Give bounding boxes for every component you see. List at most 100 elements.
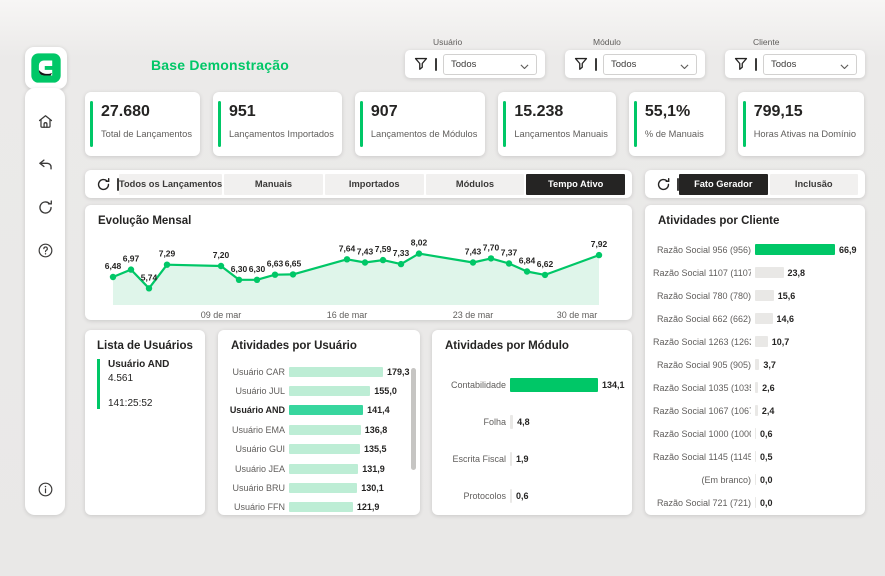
data-point[interactable] bbox=[380, 257, 386, 263]
data-point[interactable] bbox=[272, 272, 278, 278]
scrollbar[interactable] bbox=[411, 368, 416, 470]
bar-row-em-branco[interactable]: (Em branco)0,0 bbox=[653, 468, 857, 491]
evolucao-line-chart[interactable]: 6,486,975,747,297,206,306,306,636,657,64… bbox=[85, 231, 632, 323]
tab-manuais[interactable]: Manuais bbox=[224, 174, 323, 195]
refresh-icon[interactable] bbox=[655, 176, 672, 193]
data-point[interactable] bbox=[398, 261, 404, 267]
bar[interactable] bbox=[755, 405, 758, 416]
app-logo[interactable] bbox=[25, 47, 67, 89]
bar[interactable] bbox=[755, 428, 756, 439]
refresh-icon[interactable] bbox=[95, 176, 112, 193]
bar-row-folha[interactable]: Folha4,8 bbox=[442, 403, 620, 440]
tab-tempo-ativo[interactable]: Tempo Ativo bbox=[526, 174, 625, 195]
bar-row-protocolos[interactable]: Protocolos0,6 bbox=[442, 477, 620, 514]
data-point[interactable] bbox=[236, 277, 242, 283]
bar[interactable] bbox=[510, 415, 513, 429]
bar[interactable] bbox=[289, 425, 361, 435]
bar-value-label: 66,9 bbox=[839, 245, 857, 255]
bar-row-usuario-jul[interactable]: Usuário JUL155,0 bbox=[228, 381, 410, 400]
filter-cliente-dropdown[interactable]: Todos bbox=[763, 54, 857, 75]
bar-row-usuario-ema[interactable]: Usuário EMA136,8 bbox=[228, 420, 410, 439]
bar-row-escrita-fiscal[interactable]: Escrita Fiscal1,9 bbox=[442, 440, 620, 477]
bar[interactable] bbox=[289, 367, 383, 377]
data-point[interactable] bbox=[470, 259, 476, 265]
kpi-lancamentos-modulos[interactable]: 907 Lançamentos de Módulos bbox=[355, 92, 485, 156]
bar[interactable] bbox=[755, 336, 768, 347]
bar[interactable] bbox=[289, 386, 370, 396]
panel-evolucao-mensal: Evolução Mensal 6,486,975,747,297,206,30… bbox=[85, 205, 632, 320]
data-point[interactable] bbox=[146, 285, 152, 291]
bar[interactable] bbox=[755, 244, 835, 255]
back-icon[interactable] bbox=[36, 155, 55, 174]
bar[interactable] bbox=[755, 359, 759, 370]
bar-row-usuario-gui[interactable]: Usuário GUI135,5 bbox=[228, 440, 410, 459]
bar[interactable] bbox=[755, 290, 774, 301]
bar-row-razao-social-905-905[interactable]: Razão Social 905 (905)3,7 bbox=[653, 353, 857, 376]
data-point[interactable] bbox=[362, 259, 368, 265]
bar-row-razao-social-721-721[interactable]: Razão Social 721 (721)0,0 bbox=[653, 491, 857, 514]
bar[interactable] bbox=[755, 313, 773, 324]
bar[interactable] bbox=[755, 474, 756, 485]
bar-row-razao-social-956-956[interactable]: Razão Social 956 (956)66,9 bbox=[653, 238, 857, 261]
data-point[interactable] bbox=[524, 268, 530, 274]
bar-row-usuario-jea[interactable]: Usuário JEA131,9 bbox=[228, 459, 410, 478]
kpi-total-lancamentos[interactable]: 27.680 Total de Lançamentos bbox=[85, 92, 200, 156]
data-point[interactable] bbox=[506, 260, 512, 266]
bar-row-razao-social-1107-1107[interactable]: Razão Social 1107 (1107)23,8 bbox=[653, 261, 857, 284]
bar[interactable] bbox=[289, 444, 360, 454]
kpi-lancamentos-importados[interactable]: 951 Lançamentos Importados bbox=[213, 92, 342, 156]
bar[interactable] bbox=[755, 267, 784, 278]
refresh-icon[interactable] bbox=[36, 198, 55, 217]
bar[interactable] bbox=[755, 451, 756, 462]
tab-fato-gerador[interactable]: Fato Gerador bbox=[679, 174, 768, 195]
data-point[interactable] bbox=[254, 277, 260, 283]
data-point[interactable] bbox=[110, 274, 116, 280]
data-point[interactable] bbox=[416, 250, 422, 256]
tab-importados[interactable]: Importados bbox=[325, 174, 424, 195]
bar[interactable] bbox=[510, 489, 512, 503]
tab-todos-os-lancamentos[interactable]: Todos os Lançamentos bbox=[119, 174, 222, 195]
data-point[interactable] bbox=[344, 256, 350, 262]
point-label: 7,70 bbox=[483, 242, 500, 252]
help-icon[interactable] bbox=[36, 241, 55, 260]
bar[interactable] bbox=[289, 464, 358, 474]
bar[interactable] bbox=[755, 382, 758, 393]
bar-row-razao-social-780-780[interactable]: Razão Social 780 (780)15,6 bbox=[653, 284, 857, 307]
bar-row-usuario-and[interactable]: Usuário AND141,4 bbox=[228, 401, 410, 420]
bar-row-razao-social-1145-1145[interactable]: Razão Social 1145 (1145)0,5 bbox=[653, 445, 857, 468]
data-point[interactable] bbox=[218, 263, 224, 269]
bar[interactable] bbox=[510, 452, 512, 466]
info-icon[interactable] bbox=[36, 480, 55, 499]
bar-row-usuario-car[interactable]: Usuário CAR179,3 bbox=[228, 362, 410, 381]
bar-value-label: 121,9 bbox=[357, 502, 380, 512]
kpi-horas-ativas[interactable]: 799,15 Horas Ativas na Domínio bbox=[738, 92, 864, 156]
bar-row-usuario-bru[interactable]: Usuário BRU130,1 bbox=[228, 478, 410, 497]
filter-usuario-dropdown[interactable]: Todos bbox=[443, 54, 537, 75]
bar[interactable] bbox=[755, 497, 756, 508]
tab-inclusao[interactable]: Inclusão bbox=[770, 174, 859, 195]
filter-label: Módulo bbox=[593, 37, 705, 47]
bar-row-razao-social-1000-1000[interactable]: Razão Social 1000 (1000)0,6 bbox=[653, 422, 857, 445]
bar[interactable] bbox=[289, 483, 357, 493]
bar-row-razao-social-1067-1067[interactable]: Razão Social 1067 (1067)2,4 bbox=[653, 399, 857, 422]
kpi-lancamentos-manuais[interactable]: 15.238 Lançamentos Manuais bbox=[498, 92, 616, 156]
data-point[interactable] bbox=[290, 271, 296, 277]
data-point[interactable] bbox=[488, 255, 494, 261]
data-point[interactable] bbox=[164, 262, 170, 268]
tab-modulos[interactable]: Módulos bbox=[426, 174, 525, 195]
bar[interactable] bbox=[289, 405, 363, 415]
bar-row-contabilidade[interactable]: Contabilidade134,1 bbox=[442, 366, 620, 403]
home-icon[interactable] bbox=[36, 112, 55, 131]
bar-row-usuario-ffn[interactable]: Usuário FFN121,9 bbox=[228, 498, 410, 517]
kpi-percent-manuais[interactable]: 55,1% % de Manuais bbox=[629, 92, 725, 156]
user-list-item[interactable]: Usuário AND 4.561 141:25:52 bbox=[97, 359, 193, 409]
bar[interactable] bbox=[289, 502, 353, 512]
data-point[interactable] bbox=[542, 272, 548, 278]
bar-row-razao-social-1035-1035[interactable]: Razão Social 1035 (1035)2,6 bbox=[653, 376, 857, 399]
bar-row-razao-social-1263-1263[interactable]: Razão Social 1263 (1263)10,7 bbox=[653, 330, 857, 353]
filter-modulo-dropdown[interactable]: Todos bbox=[603, 54, 697, 75]
bar[interactable] bbox=[510, 378, 598, 392]
bar-row-razao-social-662-662[interactable]: Razão Social 662 (662)14,6 bbox=[653, 307, 857, 330]
data-point[interactable] bbox=[596, 252, 602, 258]
data-point[interactable] bbox=[128, 266, 134, 272]
